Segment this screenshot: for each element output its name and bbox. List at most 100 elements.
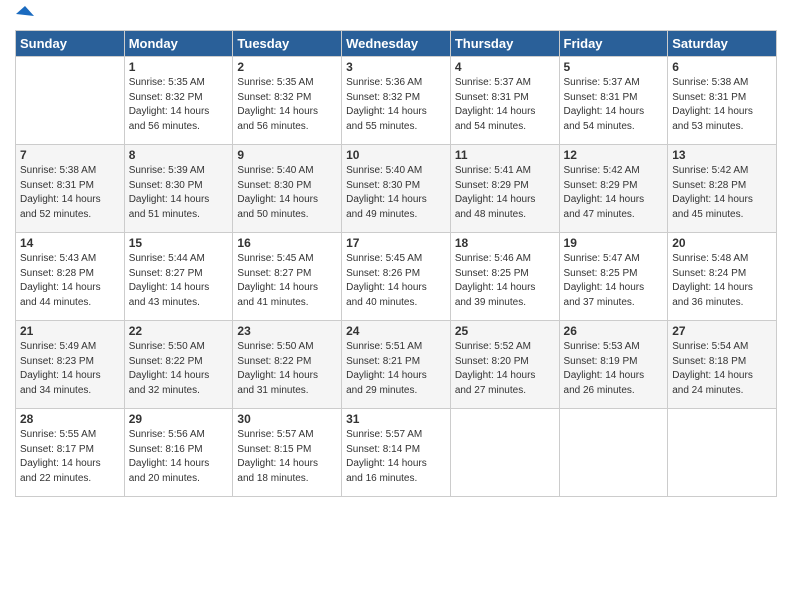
day-number: 13 [672,148,772,162]
day-info: Sunrise: 5:45 AM Sunset: 8:26 PM Dayligh… [346,252,446,310]
calendar-cell [450,409,559,497]
calendar-cell: 20 Sunrise: 5:48 AM Sunset: 8:24 PM Dayli… [668,233,777,321]
day-info: Sunrise: 5:45 AM Sunset: 8:27 PM Dayligh… [237,252,337,310]
day-info: Sunrise: 5:53 AM Sunset: 8:19 PM Dayligh… [564,340,664,398]
day-info: Sunrise: 5:41 AM Sunset: 8:29 PM Dayligh… [455,164,555,222]
day-number: 24 [346,324,446,338]
calendar-cell: 12 Sunrise: 5:42 AM Sunset: 8:29 PM Dayli… [559,145,668,233]
logo-bird-icon [16,6,34,22]
day-number: 20 [672,236,772,250]
day-info: Sunrise: 5:50 AM Sunset: 8:22 PM Dayligh… [237,340,337,398]
day-number: 28 [20,412,120,426]
day-number: 5 [564,60,664,74]
day-number: 7 [20,148,120,162]
day-info: Sunrise: 5:38 AM Sunset: 8:31 PM Dayligh… [20,164,120,222]
calendar-cell: 28 Sunrise: 5:55 AM Sunset: 8:17 PM Dayli… [16,409,125,497]
calendar-cell: 22Sunrise: 5:50 AM Sunset: 8:22 PM Dayli… [124,321,233,409]
header [15,10,777,22]
logo [15,10,34,22]
calendar-header-cell: Thursday [450,31,559,57]
day-number: 18 [455,236,555,250]
calendar-cell: 27 Sunrise: 5:54 AM Sunset: 8:18 PM Dayli… [668,321,777,409]
calendar-header-cell: Saturday [668,31,777,57]
day-number: 23 [237,324,337,338]
calendar-week-row: 28 Sunrise: 5:55 AM Sunset: 8:17 PM Dayli… [16,409,777,497]
day-info: Sunrise: 5:49 AM Sunset: 8:23 PM Dayligh… [20,340,120,398]
calendar-header-cell: Sunday [16,31,125,57]
day-number: 14 [20,236,120,250]
day-info: Sunrise: 5:37 AM Sunset: 8:31 PM Dayligh… [564,76,664,134]
calendar-table: SundayMondayTuesdayWednesdayThursdayFrid… [15,30,777,497]
calendar-cell: 1 Sunrise: 5:35 AM Sunset: 8:32 PM Daylig… [124,57,233,145]
day-info: Sunrise: 5:57 AM Sunset: 8:14 PM Dayligh… [346,428,446,486]
calendar-header-cell: Tuesday [233,31,342,57]
day-number: 9 [237,148,337,162]
day-number: 4 [455,60,555,74]
calendar-body: 1 Sunrise: 5:35 AM Sunset: 8:32 PM Daylig… [16,57,777,497]
day-number: 11 [455,148,555,162]
day-info: Sunrise: 5:40 AM Sunset: 8:30 PM Dayligh… [346,164,446,222]
day-number: 25 [455,324,555,338]
calendar-header-cell: Monday [124,31,233,57]
day-number: 15 [129,236,229,250]
day-number: 30 [237,412,337,426]
day-number: 6 [672,60,772,74]
day-info: Sunrise: 5:37 AM Sunset: 8:31 PM Dayligh… [455,76,555,134]
day-number: 10 [346,148,446,162]
calendar-week-row: 14Sunrise: 5:43 AM Sunset: 8:28 PM Dayli… [16,233,777,321]
day-info: Sunrise: 5:51 AM Sunset: 8:21 PM Dayligh… [346,340,446,398]
calendar-cell: 23 Sunrise: 5:50 AM Sunset: 8:22 PM Dayli… [233,321,342,409]
calendar-week-row: 7 Sunrise: 5:38 AM Sunset: 8:31 PM Daylig… [16,145,777,233]
calendar-cell: 31 Sunrise: 5:57 AM Sunset: 8:14 PM Dayli… [342,409,451,497]
day-info: Sunrise: 5:55 AM Sunset: 8:17 PM Dayligh… [20,428,120,486]
day-number: 27 [672,324,772,338]
calendar-cell: 2Sunrise: 5:35 AM Sunset: 8:32 PM Daylig… [233,57,342,145]
day-info: Sunrise: 5:35 AM Sunset: 8:32 PM Dayligh… [129,76,229,134]
calendar-cell: 10 Sunrise: 5:40 AM Sunset: 8:30 PM Dayli… [342,145,451,233]
calendar-cell: 3Sunrise: 5:36 AM Sunset: 8:32 PM Daylig… [342,57,451,145]
calendar-cell: 11 Sunrise: 5:41 AM Sunset: 8:29 PM Dayli… [450,145,559,233]
calendar-cell: 25 Sunrise: 5:52 AM Sunset: 8:20 PM Dayli… [450,321,559,409]
day-number: 29 [129,412,229,426]
day-number: 19 [564,236,664,250]
calendar-cell: 29Sunrise: 5:56 AM Sunset: 8:16 PM Dayli… [124,409,233,497]
day-info: Sunrise: 5:35 AM Sunset: 8:32 PM Dayligh… [237,76,337,134]
day-info: Sunrise: 5:52 AM Sunset: 8:20 PM Dayligh… [455,340,555,398]
calendar-cell: 13 Sunrise: 5:42 AM Sunset: 8:28 PM Dayli… [668,145,777,233]
calendar-cell: 6 Sunrise: 5:38 AM Sunset: 8:31 PM Daylig… [668,57,777,145]
calendar-cell: 15 Sunrise: 5:44 AM Sunset: 8:27 PM Dayli… [124,233,233,321]
calendar-cell: 9 Sunrise: 5:40 AM Sunset: 8:30 PM Daylig… [233,145,342,233]
calendar-cell [559,409,668,497]
day-info: Sunrise: 5:44 AM Sunset: 8:27 PM Dayligh… [129,252,229,310]
calendar-week-row: 21Sunrise: 5:49 AM Sunset: 8:23 PM Dayli… [16,321,777,409]
day-number: 31 [346,412,446,426]
calendar-header-cell: Wednesday [342,31,451,57]
day-info: Sunrise: 5:54 AM Sunset: 8:18 PM Dayligh… [672,340,772,398]
calendar-header-cell: Friday [559,31,668,57]
calendar-cell: 19 Sunrise: 5:47 AM Sunset: 8:25 PM Dayli… [559,233,668,321]
calendar-cell [668,409,777,497]
day-number: 12 [564,148,664,162]
calendar-cell: 14Sunrise: 5:43 AM Sunset: 8:28 PM Dayli… [16,233,125,321]
calendar-cell: 7 Sunrise: 5:38 AM Sunset: 8:31 PM Daylig… [16,145,125,233]
day-info: Sunrise: 5:48 AM Sunset: 8:24 PM Dayligh… [672,252,772,310]
calendar-cell: 18 Sunrise: 5:46 AM Sunset: 8:25 PM Dayli… [450,233,559,321]
day-info: Sunrise: 5:38 AM Sunset: 8:31 PM Dayligh… [672,76,772,134]
day-number: 26 [564,324,664,338]
calendar-cell: 5 Sunrise: 5:37 AM Sunset: 8:31 PM Daylig… [559,57,668,145]
calendar-cell [16,57,125,145]
day-info: Sunrise: 5:39 AM Sunset: 8:30 PM Dayligh… [129,164,229,222]
day-info: Sunrise: 5:40 AM Sunset: 8:30 PM Dayligh… [237,164,337,222]
day-info: Sunrise: 5:46 AM Sunset: 8:25 PM Dayligh… [455,252,555,310]
day-info: Sunrise: 5:42 AM Sunset: 8:29 PM Dayligh… [564,164,664,222]
day-number: 1 [129,60,229,74]
day-number: 17 [346,236,446,250]
day-info: Sunrise: 5:47 AM Sunset: 8:25 PM Dayligh… [564,252,664,310]
calendar-cell: 16Sunrise: 5:45 AM Sunset: 8:27 PM Dayli… [233,233,342,321]
calendar-cell: 30Sunrise: 5:57 AM Sunset: 8:15 PM Dayli… [233,409,342,497]
calendar-cell: 4 Sunrise: 5:37 AM Sunset: 8:31 PM Daylig… [450,57,559,145]
calendar-cell: 21Sunrise: 5:49 AM Sunset: 8:23 PM Dayli… [16,321,125,409]
day-info: Sunrise: 5:36 AM Sunset: 8:32 PM Dayligh… [346,76,446,134]
calendar-week-row: 1 Sunrise: 5:35 AM Sunset: 8:32 PM Daylig… [16,57,777,145]
day-info: Sunrise: 5:42 AM Sunset: 8:28 PM Dayligh… [672,164,772,222]
